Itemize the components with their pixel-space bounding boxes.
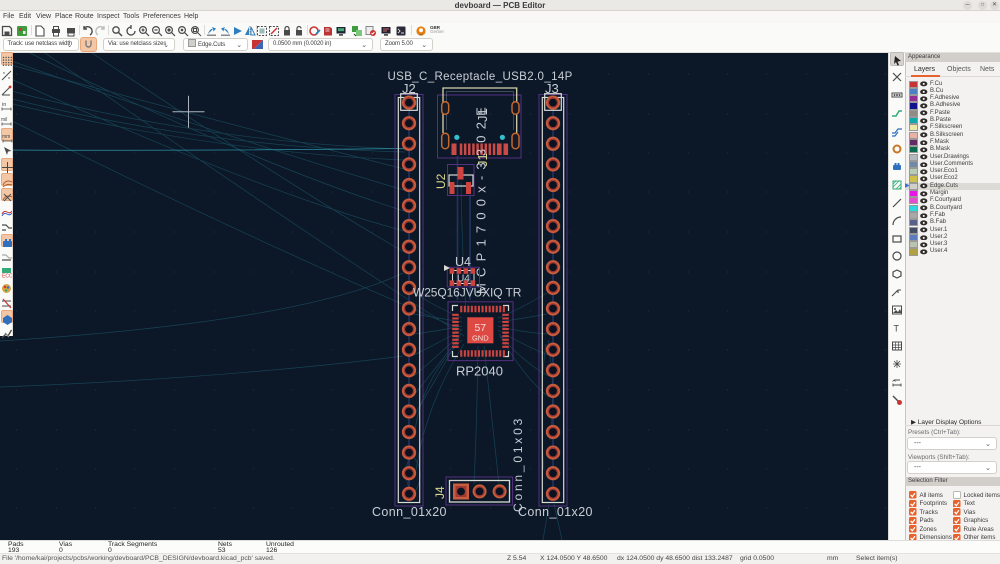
svg-text:mil: mil — [1, 117, 7, 123]
svg-text:in: in — [2, 102, 6, 108]
svg-text:U2: U2 — [434, 173, 448, 189]
svg-text:W25Q16JVUXIQ TR: W25Q16JVUXIQ TR — [413, 286, 522, 300]
svg-text:T: T — [894, 324, 900, 334]
svg-text:GND: GND — [472, 334, 489, 343]
svg-text:U4: U4 — [455, 255, 471, 269]
svg-text:J3: J3 — [545, 81, 559, 96]
svg-text:mm: mm — [2, 134, 10, 140]
svg-text:Conn_01x20: Conn_01x20 — [518, 505, 593, 519]
svg-text:ECO: ECO — [2, 274, 12, 279]
svg-text:MCP1700x-3302E: MCP1700x-3302E — [474, 101, 489, 294]
svg-text:J2: J2 — [402, 81, 416, 96]
svg-text:J4: J4 — [433, 486, 447, 499]
svg-text:Conn_01x03: Conn_01x03 — [511, 416, 525, 512]
svg-text:57: 57 — [474, 322, 486, 334]
svg-text:RP2040: RP2040 — [456, 364, 503, 379]
svg-text:U4: U4 — [457, 274, 470, 285]
svg-text:Conn_01x20: Conn_01x20 — [372, 505, 447, 519]
svg-text:USB_C_Receptacle_USB2.0_14P: USB_C_Receptacle_USB2.0_14P — [388, 71, 573, 83]
